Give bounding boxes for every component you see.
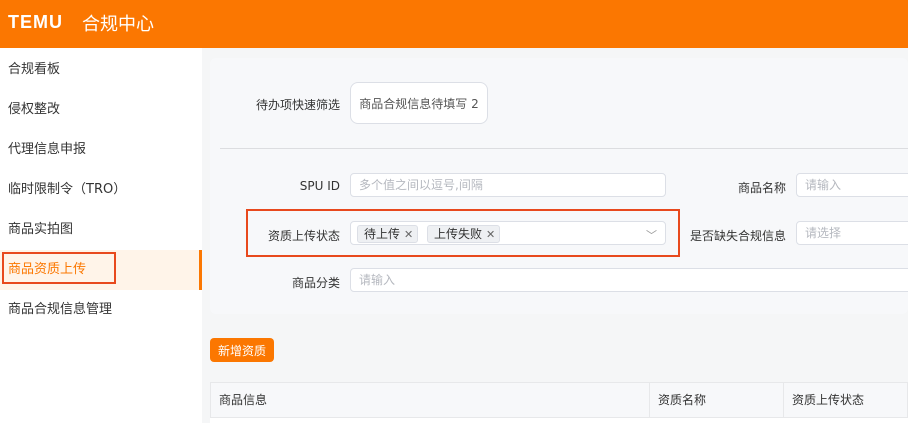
sidebar: 合规看板 侵权整改 代理信息申报 临时限制令（TRO） 商品实拍图 商品资质上传… [0, 48, 202, 423]
column-header-upload-status: 资质上传状态 [783, 383, 908, 417]
sidebar-item-agent-info-declaration[interactable]: 代理信息申报 [0, 130, 202, 170]
upload-status-label: 资质上传状态 [267, 229, 340, 243]
sidebar-item-compliance-info-management[interactable]: 商品合规信息管理 [0, 290, 202, 330]
category-input[interactable] [350, 268, 908, 292]
product-name-label: 商品名称 [737, 181, 786, 195]
category-label: 商品分类 [291, 276, 340, 290]
upload-status-select[interactable]: 待上传 ✕ 上传失败 ✕ ﹀ [350, 221, 666, 245]
table-body [210, 418, 908, 423]
spu-id-label: SPU ID [299, 179, 340, 193]
column-header-qualification-name: 资质名称 [649, 383, 783, 417]
top-header: TEMU 合规中心 [0, 0, 908, 48]
chevron-down-icon[interactable]: ﹀ [646, 227, 657, 243]
spu-id-input[interactable] [350, 173, 666, 197]
missing-info-label: 是否缺失合规信息 [689, 229, 786, 243]
add-qualification-button[interactable]: 新增资质 [210, 338, 274, 362]
filter-divider [220, 148, 908, 149]
close-icon[interactable]: ✕ [486, 228, 495, 241]
quick-filter-chip[interactable]: 商品合规信息待填写 2 [350, 82, 488, 124]
table-header: 商品信息 资质名称 资质上传状态 [210, 382, 908, 418]
temu-logo[interactable]: TEMU [8, 12, 63, 33]
sidebar-item-compliance-dashboard[interactable]: 合规看板 [0, 50, 202, 90]
status-tag-failed[interactable]: 上传失败 ✕ [427, 225, 501, 243]
sidebar-item-tro[interactable]: 临时限制令（TRO） [0, 170, 202, 210]
quick-filter-label: 待办项快速筛选 [255, 98, 340, 112]
missing-info-select[interactable] [796, 221, 908, 245]
close-icon[interactable]: ✕ [404, 228, 413, 241]
app-title: 合规中心 [82, 14, 154, 35]
status-tag-pending[interactable]: 待上传 ✕ [357, 225, 419, 243]
column-header-product-info: 商品信息 [219, 393, 268, 407]
product-name-input[interactable] [796, 173, 908, 197]
sidebar-item-infringement-rectification[interactable]: 侵权整改 [0, 90, 202, 130]
sidebar-item-product-photos[interactable]: 商品实拍图 [0, 210, 202, 250]
sidebar-item-qualification-upload[interactable]: 商品资质上传 [0, 250, 202, 290]
